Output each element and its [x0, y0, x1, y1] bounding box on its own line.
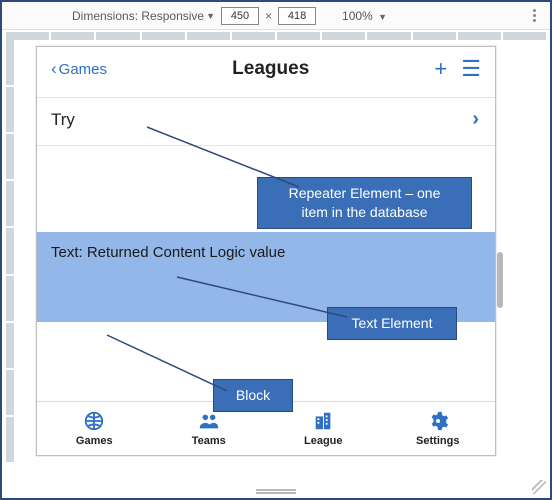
text-element[interactable]: Text: Returned Content Logic value [51, 244, 285, 261]
viewport-height-input[interactable] [278, 7, 316, 25]
responsive-mode[interactable]: Responsive [141, 9, 204, 23]
tab-bar: Games Teams [37, 401, 495, 455]
back-button[interactable]: ‹ Games [51, 59, 107, 79]
tab-label: Games [76, 435, 113, 447]
people-icon [198, 410, 220, 432]
menu-icon[interactable]: ☰ [461, 58, 481, 80]
basketball-icon [83, 410, 105, 432]
list-item-label: Try [51, 110, 75, 130]
chevron-right-icon: › [472, 108, 479, 131]
building-icon [312, 410, 334, 432]
tab-games[interactable]: Games [37, 402, 152, 455]
chevron-down-icon[interactable]: ▼ [206, 11, 215, 21]
device-frame: ‹ Games Leagues + ☰ Try › Text: Returned… [36, 46, 496, 456]
resize-grip-corner[interactable] [532, 480, 546, 494]
ruler-vertical [6, 40, 14, 462]
back-label: Games [59, 61, 107, 78]
tab-label: League [304, 435, 343, 447]
scrollbar-thumb[interactable] [497, 252, 503, 308]
list-item[interactable]: Try › [37, 98, 495, 146]
viewport-width-input[interactable] [221, 7, 259, 25]
tab-settings[interactable]: Settings [381, 402, 496, 455]
chevron-left-icon: ‹ [51, 59, 57, 79]
chevron-down-icon: ▼ [378, 12, 387, 22]
app-header: ‹ Games Leagues + ☰ [37, 47, 495, 91]
gear-icon [427, 410, 449, 432]
add-icon[interactable]: + [434, 58, 447, 80]
zoom-level[interactable]: 100% ▼ [342, 9, 393, 23]
block-element[interactable]: Text: Returned Content Logic value [37, 232, 495, 322]
kebab-menu-icon[interactable] [529, 7, 540, 24]
tab-label: Settings [416, 435, 459, 447]
page-title: Leagues [107, 58, 434, 80]
resize-grip-bottom[interactable] [256, 488, 296, 494]
tab-league[interactable]: League [266, 402, 381, 455]
dimensions-label: Dimensions: [72, 9, 138, 23]
devtools-toolbar: Dimensions: Responsive ▼ × 100% ▼ [2, 2, 550, 30]
callout-repeater: Repeater Element – one item in the datab… [257, 177, 472, 229]
tab-label: Teams [192, 435, 226, 447]
dimension-separator: × [265, 9, 272, 23]
text-label-value: : Returned Content Logic value [79, 244, 286, 261]
text-label-prefix: Text [51, 244, 79, 261]
ruler-horizontal [6, 32, 546, 40]
tab-teams[interactable]: Teams [152, 402, 267, 455]
